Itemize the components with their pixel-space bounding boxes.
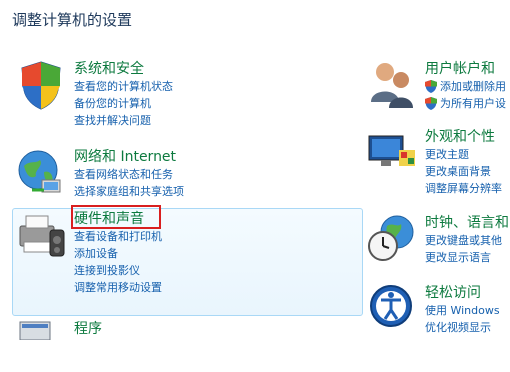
task-link[interactable]: 查看设备和打印机 — [74, 228, 162, 245]
ease-of-access-icon — [365, 282, 419, 336]
task-link[interactable]: 添加设备 — [74, 245, 162, 262]
task-link[interactable]: 优化视频显示 — [425, 319, 500, 336]
category-title[interactable]: 外观和个性 — [425, 128, 502, 146]
users-icon — [365, 58, 419, 112]
category-title[interactable]: 系统和安全 — [74, 60, 173, 78]
task-link[interactable]: 更改显示语言 — [425, 249, 509, 266]
uac-shield-icon — [425, 80, 437, 93]
category-title[interactable]: 网络和 Internet — [74, 148, 184, 166]
page-title: 调整计算机的设置 — [12, 11, 133, 29]
printer-speaker-icon — [14, 208, 68, 262]
task-link[interactable]: 调整屏幕分辨率 — [425, 180, 502, 197]
highlight-annotation — [71, 205, 161, 229]
category-title[interactable]: 时钟、语言和 — [425, 214, 509, 232]
category-title[interactable]: 用户帐户和 — [425, 60, 506, 78]
task-link[interactable]: 更改键盘或其他 — [425, 232, 509, 249]
clock-globe-icon — [365, 212, 419, 266]
task-link[interactable]: 更改主题 — [425, 146, 502, 163]
globe-network-icon — [14, 146, 68, 200]
programs-icon — [14, 318, 68, 372]
task-link[interactable]: 调整常用移动设置 — [74, 279, 162, 296]
task-link[interactable]: 查看您的计算机状态 — [74, 78, 173, 95]
task-link[interactable]: 添加或删除用 — [425, 78, 506, 95]
category-title[interactable]: 轻松访问 — [425, 284, 500, 302]
task-link[interactable]: 查看网络状态和任务 — [74, 166, 184, 183]
task-link[interactable]: 更改桌面背景 — [425, 163, 502, 180]
uac-shield-icon — [425, 97, 437, 110]
task-link-text: 为所有用户设 — [440, 97, 506, 110]
category-title[interactable]: 程序 — [74, 320, 102, 338]
task-link[interactable]: 为所有用户设 — [425, 95, 506, 112]
task-link[interactable]: 查找并解决问题 — [74, 112, 173, 129]
task-link[interactable]: 备份您的计算机 — [74, 95, 173, 112]
task-link-text: 添加或删除用 — [440, 80, 506, 93]
task-link[interactable]: 连接到投影仪 — [74, 262, 162, 279]
task-link[interactable]: 使用 Windows — [425, 302, 500, 319]
task-link[interactable]: 选择家庭组和共享选项 — [74, 183, 184, 200]
monitor-palette-icon — [365, 126, 419, 180]
right-column: 用户帐户和 添加或删除用 为所有用户设 外观和个性 更改主题 更改桌面背景 调整… — [365, 0, 510, 340]
shield-flag-icon — [14, 58, 68, 112]
